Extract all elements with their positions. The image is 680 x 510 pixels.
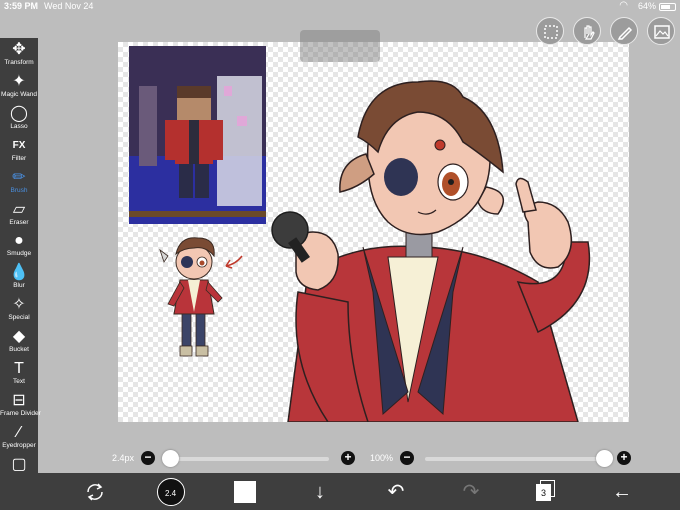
tool-special[interactable]: ✧ Special bbox=[0, 295, 38, 327]
tool-frame-divider[interactable]: ⊟ Frame Divider bbox=[0, 391, 41, 423]
blur-icon: 💧 bbox=[9, 264, 29, 282]
opacity-minus-button[interactable]: − bbox=[400, 451, 414, 465]
tool-label: Smudge bbox=[6, 250, 32, 258]
lasso-icon: ◯ bbox=[10, 104, 28, 122]
undo-icon[interactable]: ↶ bbox=[383, 479, 409, 505]
text-icon: T bbox=[14, 360, 24, 377]
eyedropper-icon: ⁄ bbox=[17, 423, 21, 441]
smudge-icon: ● bbox=[14, 232, 24, 250]
tool-label: Transform bbox=[4, 59, 34, 66]
tool-label: Eyedropper bbox=[2, 441, 36, 449]
back-arrow-icon[interactable]: ← bbox=[609, 479, 635, 505]
status-bar: 3:59 PM Wed Nov 24 ◠ 64% bbox=[0, 0, 680, 14]
opacity-slider-thumb[interactable] bbox=[596, 450, 613, 467]
transform-icon: ✥ bbox=[12, 41, 26, 58]
tool-label: Blur bbox=[13, 282, 25, 290]
opacity-label: 100% bbox=[370, 453, 394, 463]
secondary-color-swatch[interactable] bbox=[234, 481, 256, 503]
magic-wand-icon: ✦ bbox=[12, 72, 26, 90]
swap-colors-icon[interactable] bbox=[82, 479, 108, 505]
tool-filter[interactable]: FX Filter bbox=[0, 136, 38, 168]
layers-button[interactable]: 3 bbox=[536, 480, 556, 502]
tool-label: Frame Divider bbox=[0, 409, 41, 417]
brush-size-slider-thumb[interactable] bbox=[162, 450, 179, 467]
tool-label: Special bbox=[8, 314, 30, 322]
tool-brush[interactable]: ✏ Brush bbox=[0, 168, 38, 200]
tool-label: Text bbox=[13, 378, 25, 385]
opacity-plus-button[interactable]: + bbox=[617, 451, 631, 465]
selection-icon[interactable] bbox=[536, 17, 564, 45]
tool-lasso[interactable]: ◯ Lasso bbox=[0, 104, 38, 136]
tool-eraser[interactable]: ▱ Eraser bbox=[0, 200, 38, 232]
brush-icon: ✏ bbox=[12, 168, 26, 186]
main-character bbox=[271, 80, 591, 422]
frame-divider-icon: ⊟ bbox=[12, 391, 26, 409]
tool-eyedropper[interactable]: ⁄ Eyedropper bbox=[0, 423, 38, 455]
tool-label: Bucket bbox=[9, 346, 29, 354]
bottom-toolbar: 2.4 ↓ ↶ ↷ 3 ← bbox=[0, 473, 680, 510]
tool-bucket[interactable]: ◆ Bucket bbox=[0, 327, 38, 359]
redo-icon[interactable]: ↷ bbox=[458, 479, 484, 505]
tool-magic-wand[interactable]: ✦ Magic Wand bbox=[0, 72, 38, 104]
brush-size-slider[interactable] bbox=[163, 457, 329, 461]
opacity-slider[interactable] bbox=[425, 457, 605, 461]
brush-size-minus-button[interactable]: − bbox=[141, 451, 155, 465]
tool-sidebar: ✥ Transform ✦ Magic Wand ◯ Lasso FX Filter ✏ Brus… bbox=[0, 38, 41, 490]
tool-label: Magic Wand bbox=[1, 90, 37, 98]
tool-label: Filter bbox=[11, 154, 27, 162]
brush-size-badge: 2.4 bbox=[164, 489, 177, 498]
battery-percent: 64% bbox=[637, 1, 656, 11]
hand-icon[interactable] bbox=[573, 17, 601, 45]
wifi-icon: ◠ bbox=[619, 0, 628, 11]
battery-icon bbox=[659, 3, 676, 11]
tool-label: Brush bbox=[10, 186, 28, 194]
reference-photo bbox=[129, 46, 266, 224]
chibi-reference bbox=[159, 237, 243, 357]
gallery-icon[interactable] bbox=[647, 17, 675, 45]
status-date: Wed Nov 24 bbox=[44, 1, 94, 11]
tool-blur[interactable]: 💧 Blur bbox=[0, 263, 38, 295]
layer-tab-handle[interactable] bbox=[300, 30, 380, 62]
status-time: 3:59 PM bbox=[4, 1, 39, 11]
edit-pencil-icon[interactable] bbox=[610, 17, 638, 45]
filter-icon: FX bbox=[12, 139, 26, 151]
brush-size-plus-button[interactable]: + bbox=[341, 451, 355, 465]
download-arrow-icon[interactable]: ↓ bbox=[307, 479, 333, 505]
layers-count: 3 bbox=[536, 484, 551, 501]
tool-text[interactable]: T Text bbox=[0, 359, 38, 391]
special-icon: ✧ bbox=[12, 296, 26, 314]
brush-size-label: 2.4px bbox=[112, 453, 135, 463]
tool-transform[interactable]: ✥ Transform bbox=[0, 40, 38, 72]
bucket-icon: ◆ bbox=[12, 328, 26, 346]
primary-color-swatch[interactable]: 2.4 bbox=[157, 478, 185, 506]
tool-label: Eraser bbox=[9, 218, 29, 226]
canvas-icon: ▢ bbox=[11, 455, 27, 473]
eraser-icon: ▱ bbox=[12, 200, 26, 218]
tool-smudge[interactable]: ● Smudge bbox=[0, 231, 38, 263]
tool-label: Lasso bbox=[10, 122, 28, 130]
